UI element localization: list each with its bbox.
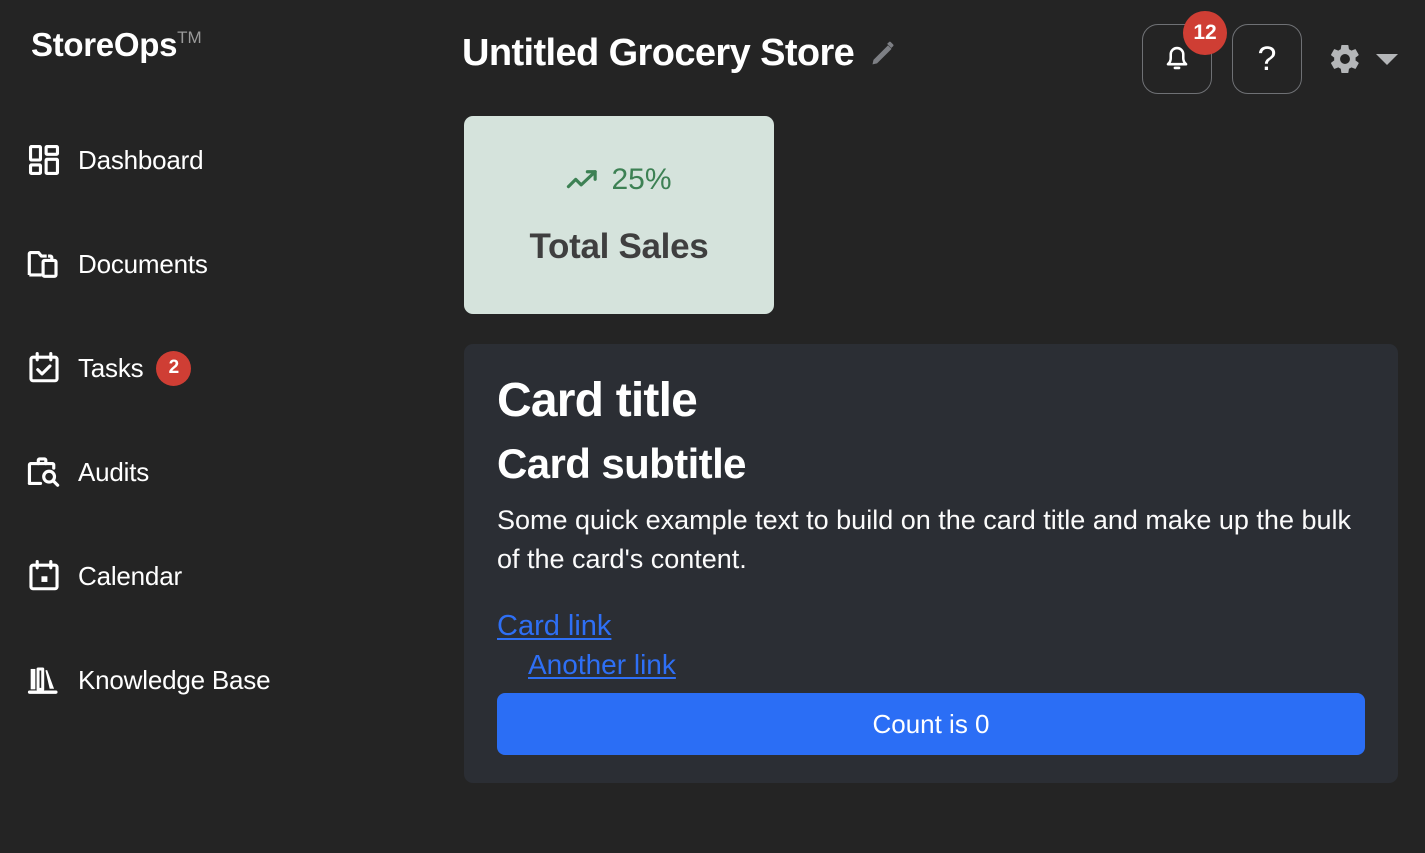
example-card: Card title Card subtitle Some quick exam… [464, 344, 1398, 784]
main-content: Untitled Grocery Store 12 ? 25% Total Sa… [462, 0, 1425, 853]
sidebar-item-label: Tasks [78, 352, 144, 383]
settings-menu[interactable] [1328, 42, 1398, 76]
tasks-badge: 2 [156, 350, 192, 386]
chevron-down-icon [1376, 53, 1398, 65]
gear-icon [1328, 42, 1362, 76]
sidebar: StoreOps TM Dashboard Documents Tasks 2 … [0, 0, 462, 853]
stat-label: Total Sales [529, 227, 709, 266]
briefcase-search-icon [24, 452, 64, 492]
pencil-edit-icon[interactable] [870, 41, 896, 67]
brand-name: StoreOps [31, 26, 178, 63]
calendar-check-icon [24, 348, 64, 388]
sidebar-item-tasks[interactable]: Tasks 2 [0, 340, 462, 396]
card-link-secondary[interactable]: Another link [528, 649, 676, 681]
card-link-primary[interactable]: Card link [497, 610, 611, 643]
sidebar-item-label: Dashboard [78, 144, 204, 175]
books-library-icon [24, 660, 64, 700]
sidebar-item-dashboard[interactable]: Dashboard [0, 132, 462, 188]
trending-up-icon [566, 167, 600, 193]
card-body-text: Some quick example text to build on the … [497, 505, 1351, 574]
brand-trademark: TM [177, 28, 202, 47]
calendar-icon [24, 556, 64, 596]
top-bar: Untitled Grocery Store 12 ? [462, 11, 1398, 114]
dashboard-grid-icon [24, 140, 64, 180]
count-button[interactable]: Count is 0 [497, 693, 1365, 756]
stat-delta-value: 25% [611, 163, 672, 196]
sidebar-item-label: Documents [78, 248, 208, 279]
question-mark-icon: ? [1257, 40, 1277, 78]
sidebar-item-documents[interactable]: Documents [0, 236, 462, 292]
notifications-button[interactable]: 12 [1142, 11, 1227, 94]
sidebar-nav: Dashboard Documents Tasks 2 Audits Calen… [0, 132, 462, 708]
page-title: Untitled Grocery Store [462, 32, 855, 74]
sidebar-item-label: Calendar [78, 560, 182, 591]
card-links: Card link Another link [497, 610, 1365, 681]
app-root: StoreOps TM Dashboard Documents Tasks 2 … [0, 0, 1425, 853]
sidebar-item-audits[interactable]: Audits [0, 444, 462, 500]
brand-logo[interactable]: StoreOps TM [0, 28, 462, 100]
stat-delta-group: 25% [566, 163, 672, 197]
top-bar-actions: 12 ? [1142, 11, 1398, 94]
card-title: Card title [497, 374, 698, 427]
page-title-group: Untitled Grocery Store [462, 22, 896, 75]
sidebar-item-knowledge-base[interactable]: Knowledge Base [0, 652, 462, 708]
card-subtitle: Card subtitle [497, 439, 747, 487]
sidebar-item-label: Knowledge Base [78, 664, 271, 695]
sidebar-item-label: Audits [78, 456, 150, 487]
total-sales-stat-card[interactable]: 25% Total Sales [464, 116, 774, 314]
help-button[interactable]: ? [1232, 24, 1302, 94]
sidebar-item-calendar[interactable]: Calendar [0, 548, 462, 604]
folder-copy-icon [24, 244, 64, 284]
notifications-badge: 12 [1183, 11, 1227, 55]
